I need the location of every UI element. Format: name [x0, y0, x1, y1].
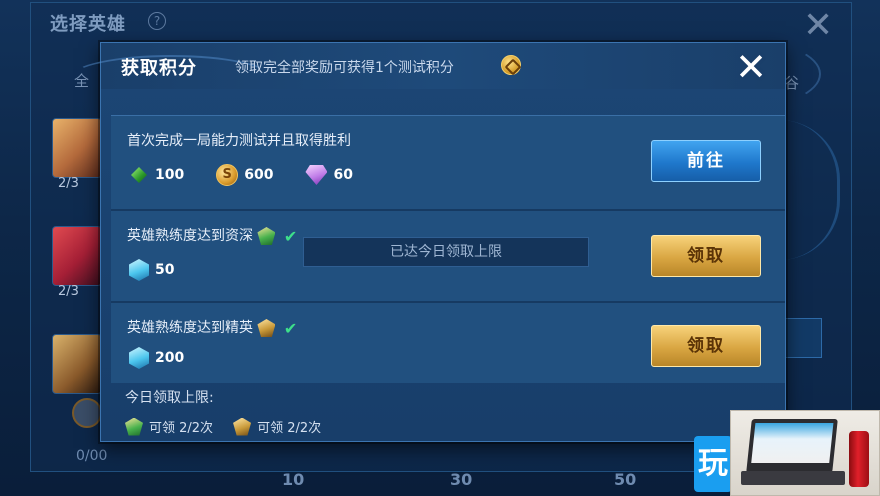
side-button[interactable] — [784, 318, 822, 358]
test-point-coin-icon — [501, 55, 521, 75]
soda-can-image — [849, 431, 869, 487]
reward-list: 100 S 600 60 — [129, 164, 385, 186]
daily-limit-list: 可领 2/2次 可领 2/2次 — [125, 417, 341, 436]
emerald-icon — [129, 167, 149, 183]
rank-badge-icon — [72, 398, 102, 428]
progress-mark: 10 — [282, 470, 305, 489]
bottom-left-count: 0/00 — [76, 448, 108, 464]
task-title-wrap: 英雄熟练度达到精英 ✔ — [127, 317, 297, 338]
reward-item: 60 — [305, 165, 353, 185]
green-badge-icon — [257, 227, 276, 245]
check-icon: ✔ — [283, 318, 298, 338]
progress-mark: 30 — [450, 470, 473, 489]
hero-count: 2/3 — [58, 284, 79, 299]
hero-portrait[interactable] — [52, 226, 102, 286]
gold-badge-icon — [233, 417, 252, 436]
dialog-subtitle: 领取完全部奖励可获得1个测试积分 — [235, 60, 454, 76]
laptop-keyboard — [741, 471, 845, 485]
reward-item: 100 — [129, 167, 184, 183]
gold-coin-icon: S — [216, 164, 239, 186]
task-title: 首次完成一局能力测试并且取得胜利 — [127, 133, 351, 149]
crystal-icon — [129, 259, 149, 281]
dialog-header: 获取积分 领取完全部奖励可获得1个测试积分 ✕ — [71, 39, 821, 109]
daily-limit-footer: 今日领取上限: 可领 2/2次 可领 2/2次 — [125, 387, 341, 436]
hero-count: 2/3 — [58, 176, 79, 191]
site-watermark-logo: 玩 — [694, 436, 732, 492]
get-points-dialog: 获取积分 领取完全部奖励可获得1个测试积分 ✕ 首次完成一局能力测试并且取得胜利… — [71, 39, 821, 442]
limit-reached-toast: 已达今日领取上限 — [303, 237, 589, 267]
close-icon[interactable]: ✕ — [731, 47, 771, 87]
task-title-wrap: 英雄熟练度达到资深 ✔ — [127, 225, 297, 246]
daily-limit-item: 可领 2/2次 — [233, 417, 321, 436]
daily-limit-text: 可领 2/2次 — [257, 421, 322, 436]
diamond-icon — [305, 165, 328, 185]
reward-value: 200 — [155, 350, 185, 366]
hero-portrait[interactable] — [52, 118, 102, 178]
overlay-photo — [730, 410, 880, 496]
reward-item: 200 — [129, 347, 184, 369]
daily-limit-item: 可领 2/2次 — [125, 417, 213, 436]
reward-item: S 600 — [216, 164, 273, 186]
hero-portrait[interactable] — [52, 334, 102, 394]
reward-list: 50 — [129, 259, 206, 281]
help-icon[interactable]: ? — [148, 12, 166, 30]
reward-value: 50 — [155, 262, 175, 278]
green-badge-icon — [125, 417, 143, 436]
go-button[interactable]: 前往 — [651, 140, 761, 182]
claim-button[interactable]: 领取 — [651, 325, 761, 367]
reward-value: 60 — [333, 167, 353, 183]
progress-mark: 50 — [614, 470, 637, 489]
reward-value: 600 — [244, 167, 274, 183]
task-title: 英雄熟练度达到资深 — [127, 228, 253, 244]
claim-button[interactable]: 领取 — [651, 235, 761, 277]
daily-limit-label: 今日领取上限: — [125, 390, 214, 406]
dialog-title: 获取积分 — [121, 58, 197, 79]
crystal-icon — [129, 347, 149, 369]
background-close-icon[interactable]: ✕ — [803, 8, 833, 44]
daily-limit-text: 可领 2/2次 — [149, 421, 214, 436]
laptop-image — [746, 419, 838, 473]
reward-list: 200 — [129, 347, 216, 369]
reward-value: 100 — [155, 167, 185, 183]
check-icon: ✔ — [283, 226, 298, 246]
task-row: 英雄熟练度达到精英 ✔ 200 领取 — [111, 301, 785, 383]
laptop-screen — [751, 423, 834, 463]
task-row: 首次完成一局能力测试并且取得胜利 100 S 600 60 前往 — [111, 115, 785, 209]
hero-select-title: 选择英雄 — [50, 14, 126, 35]
reward-item: 50 — [129, 259, 174, 281]
task-title: 英雄熟练度达到精英 — [127, 320, 253, 336]
gold-badge-icon — [257, 319, 276, 337]
